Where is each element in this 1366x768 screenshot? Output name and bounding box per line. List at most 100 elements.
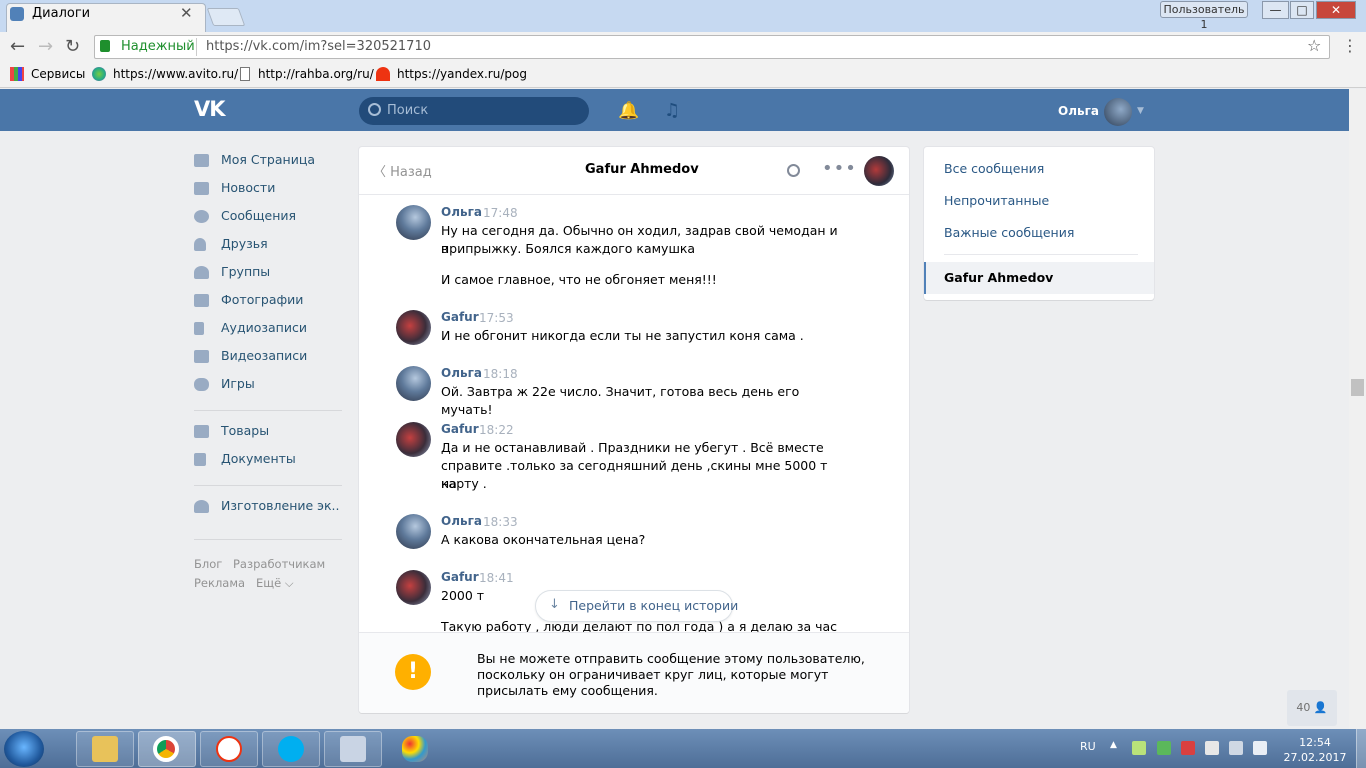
chevron-left-icon: 〈 bbox=[373, 165, 387, 180]
message: Gafur 17:53 И не обгонит никогда если ты… bbox=[359, 310, 909, 350]
avatar[interactable] bbox=[396, 366, 431, 401]
minimize-button[interactable]: — bbox=[1262, 1, 1289, 19]
tray-expand-icon[interactable]: ▲ bbox=[1110, 740, 1117, 750]
message-author[interactable]: Ольга bbox=[441, 514, 482, 528]
scrollbar-thumb[interactable] bbox=[1351, 379, 1364, 396]
bookmark-avito[interactable]: https://www.avito.ru/ bbox=[113, 67, 238, 81]
message: Ольга 17:48 Ну на сегодня да. Обычно он … bbox=[359, 205, 909, 295]
message-author[interactable]: Ольга bbox=[441, 366, 482, 380]
document-icon bbox=[194, 453, 206, 466]
forward-arrow-icon[interactable]: → bbox=[38, 36, 53, 57]
search-icon[interactable] bbox=[787, 164, 800, 177]
reload-icon[interactable]: ↻ bbox=[65, 36, 80, 57]
notifications-bell-icon[interactable]: 🔔 bbox=[618, 101, 639, 121]
message-author[interactable]: Ольга bbox=[441, 205, 482, 219]
tab-close-icon[interactable]: ✕ bbox=[180, 4, 193, 22]
chrome-icon bbox=[153, 736, 179, 762]
sidebar-item-documents[interactable]: Документы bbox=[194, 446, 344, 474]
active-dialog-label: Gafur Ahmedov bbox=[944, 270, 1054, 285]
message-time[interactable]: 17:48 bbox=[483, 206, 518, 220]
music-note-icon[interactable]: ♫ bbox=[664, 100, 680, 121]
chat-panel: 〈 Назад Gafur Ahmedov ••• Ольга 17:48 Ну… bbox=[359, 147, 909, 713]
footer-link-blog[interactable]: Блог bbox=[194, 557, 222, 571]
sidebar-item-community[interactable]: Изготовление эк.. bbox=[194, 493, 344, 521]
sidebar-item-messages[interactable]: Сообщения bbox=[194, 203, 344, 231]
message-author[interactable]: Gafur bbox=[441, 310, 479, 324]
home-icon bbox=[194, 154, 209, 167]
back-arrow-icon[interactable]: ← bbox=[10, 36, 25, 57]
avatar[interactable] bbox=[396, 310, 431, 345]
footer-link-more[interactable]: Ещё ⌵ bbox=[256, 576, 294, 591]
sidebar-divider bbox=[194, 485, 342, 486]
sidebar-item-my-page[interactable]: Моя Страница bbox=[194, 147, 344, 175]
message-time[interactable]: 18:41 bbox=[479, 571, 514, 585]
maximize-button[interactable]: □ bbox=[1290, 1, 1314, 19]
message: Ольга 18:33 А какова окончательная цена? bbox=[359, 514, 909, 554]
footer-link-developers[interactable]: Разработчикам bbox=[233, 557, 325, 571]
volume-icon[interactable] bbox=[1253, 741, 1267, 755]
message-text: А какова окончательная цена? bbox=[441, 532, 646, 547]
new-tab-button[interactable] bbox=[206, 8, 246, 26]
chat-peer-name[interactable]: Gafur Ahmedov bbox=[585, 162, 699, 177]
message: Gafur 18:22 Да и не останавливай . Празд… bbox=[359, 422, 909, 497]
message-author[interactable]: Gafur bbox=[441, 422, 479, 436]
message-time[interactable]: 17:53 bbox=[479, 311, 514, 325]
sidebar-item-videos[interactable]: Видеозаписи bbox=[194, 343, 344, 371]
online-friends-button[interactable]: 40 👤 bbox=[1287, 690, 1337, 726]
sidebar-item-goods[interactable]: Товары bbox=[194, 418, 344, 446]
sidebar-item-label: Моя Страница bbox=[221, 152, 315, 167]
avatar[interactable] bbox=[396, 205, 431, 240]
sidebar-item-friends[interactable]: Друзья bbox=[194, 231, 344, 259]
vk-logo[interactable]: VK bbox=[194, 97, 226, 121]
news-icon bbox=[194, 182, 209, 195]
url-text[interactable]: https://vk.com/im?sel=320521710 bbox=[206, 39, 431, 54]
more-actions-icon[interactable]: ••• bbox=[822, 158, 857, 179]
header-user-name[interactable]: Ольга bbox=[1058, 104, 1099, 118]
bookmark-services[interactable]: Сервисы bbox=[31, 67, 85, 81]
message-time[interactable]: 18:18 bbox=[483, 367, 518, 381]
sidebar-item-audio[interactable]: Аудиозаписи bbox=[194, 315, 344, 343]
filter-all-messages[interactable]: Все сообщения bbox=[944, 161, 1044, 176]
header-avatar[interactable] bbox=[1104, 98, 1132, 126]
page-scrollbar[interactable] bbox=[1349, 89, 1366, 730]
language-indicator[interactable]: RU bbox=[1080, 740, 1096, 753]
message-time[interactable]: 18:22 bbox=[479, 423, 514, 437]
browser-menu-icon[interactable]: ⋮ bbox=[1342, 36, 1358, 55]
groups-icon bbox=[194, 266, 209, 279]
footer-link-ads[interactable]: Реклама bbox=[194, 576, 245, 590]
filter-unread[interactable]: Непрочитанные bbox=[944, 193, 1049, 208]
avatar[interactable] bbox=[396, 514, 431, 549]
sidebar-item-photos[interactable]: Фотографии bbox=[194, 287, 344, 315]
bookmark-rahba[interactable]: http://rahba.org/ru/ bbox=[258, 67, 374, 81]
filter-important[interactable]: Важные сообщения bbox=[944, 225, 1074, 240]
tray-app-icon[interactable] bbox=[1132, 741, 1146, 755]
sidebar-item-news[interactable]: Новости bbox=[194, 175, 344, 203]
sidebar-item-label: Видеозаписи bbox=[221, 348, 308, 363]
show-desktop-button[interactable] bbox=[1356, 729, 1366, 768]
umbrella-icon bbox=[376, 67, 390, 81]
message-author[interactable]: Gafur bbox=[441, 570, 479, 584]
peer-avatar[interactable] bbox=[864, 156, 894, 186]
bookmark-yandex[interactable]: https://yandex.ru/pog bbox=[397, 67, 527, 81]
windows-start-icon[interactable] bbox=[4, 731, 44, 767]
avatar[interactable] bbox=[396, 422, 431, 457]
message-bubble-icon bbox=[194, 210, 209, 223]
chevron-down-icon[interactable]: ▼ bbox=[1137, 106, 1144, 116]
device-icon[interactable] bbox=[1205, 741, 1219, 755]
security-check-icon[interactable] bbox=[1157, 741, 1171, 755]
back-button[interactable]: 〈 Назад bbox=[373, 161, 432, 180]
close-window-button[interactable]: ✕ bbox=[1316, 1, 1356, 19]
bookmark-star-icon[interactable]: ☆ bbox=[1307, 36, 1321, 55]
sidebar-item-games[interactable]: Игры bbox=[194, 371, 344, 399]
paint-palette-icon[interactable] bbox=[402, 736, 428, 762]
warning-flag-icon[interactable] bbox=[1181, 741, 1195, 755]
sidebar-divider bbox=[194, 539, 342, 540]
message-text: карту . bbox=[441, 476, 487, 491]
profile-button[interactable]: Пользователь 1 bbox=[1160, 1, 1248, 31]
sidebar-item-groups[interactable]: Группы bbox=[194, 259, 344, 287]
taskbar-clock[interactable]: 12:54 27.02.2017 bbox=[1282, 735, 1348, 765]
keyboard-icon bbox=[340, 736, 366, 762]
avatar[interactable] bbox=[396, 570, 431, 605]
message-time[interactable]: 18:33 bbox=[483, 515, 518, 529]
network-icon[interactable] bbox=[1229, 741, 1243, 755]
